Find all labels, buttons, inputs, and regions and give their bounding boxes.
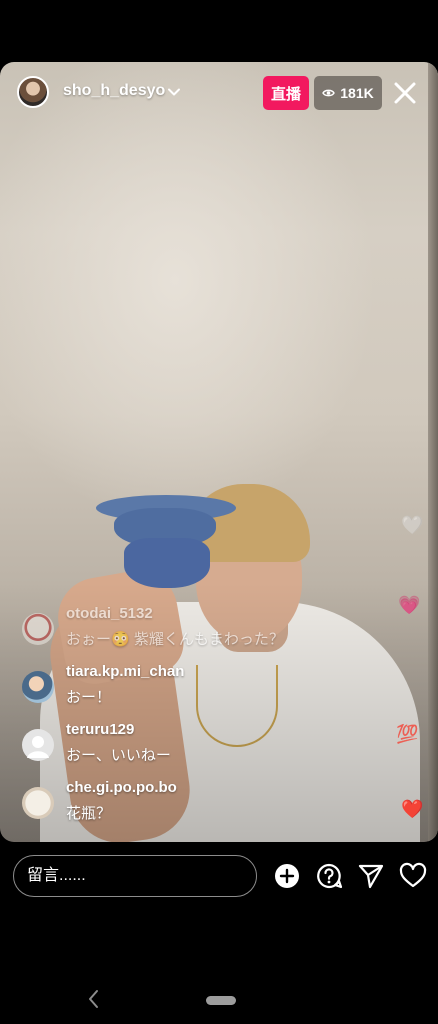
back-icon[interactable] bbox=[86, 988, 100, 1010]
reaction-heart: 🤍 bbox=[401, 515, 424, 535]
commenter-avatar[interactable] bbox=[22, 671, 54, 703]
home-pill[interactable] bbox=[206, 996, 236, 1005]
commenter-name[interactable]: tiara.kp.mi_chan bbox=[66, 663, 184, 680]
commenter-avatar[interactable] bbox=[22, 787, 54, 819]
comment-text: 花瓶？ bbox=[66, 805, 112, 822]
add-icon[interactable] bbox=[273, 862, 301, 890]
comment-item[interactable]: teruru129 おー、いいねー bbox=[22, 721, 362, 767]
eye-icon bbox=[322, 89, 336, 97]
comment-item[interactable]: tiara.kp.mi_chan おー！ bbox=[22, 663, 362, 709]
commenter-avatar[interactable] bbox=[22, 729, 54, 761]
comment-text: おー、いいねー bbox=[66, 747, 171, 764]
commenter-name[interactable]: teruru129 bbox=[66, 721, 134, 738]
comment-item[interactable]: che.gi.po.po.bo 花瓶？ bbox=[22, 779, 362, 825]
close-icon[interactable] bbox=[392, 80, 418, 106]
reaction-heart: ❤️ bbox=[401, 799, 424, 819]
default-avatar-icon bbox=[27, 736, 49, 758]
question-icon[interactable] bbox=[315, 862, 343, 890]
comment-item[interactable]: otodai_5132 おぉー😳 紫耀くんもまわった？ bbox=[22, 605, 362, 651]
reaction-heart: 💗 bbox=[398, 595, 421, 615]
chevron-down-icon[interactable] bbox=[166, 84, 182, 100]
vase-foot bbox=[124, 538, 210, 588]
comment-text: おぉー😳 紫耀くんもまわった？ bbox=[66, 631, 284, 648]
live-header: sho_h_desyo 直播 181K bbox=[0, 62, 438, 124]
heart-icon[interactable] bbox=[399, 862, 427, 890]
send-icon[interactable] bbox=[357, 862, 385, 890]
commenter-name[interactable]: che.gi.po.po.bo bbox=[66, 779, 177, 796]
commenter-avatar[interactable] bbox=[22, 613, 54, 645]
streamer-avatar[interactable] bbox=[17, 76, 49, 108]
viewer-count: 181K bbox=[340, 85, 374, 101]
streamer-username[interactable]: sho_h_desyo bbox=[63, 82, 165, 100]
comment-input[interactable] bbox=[13, 855, 257, 897]
viewer-count-badge[interactable]: 181K bbox=[314, 76, 382, 110]
reaction-hundred: 💯 bbox=[396, 724, 419, 744]
commenter-name[interactable]: otodai_5132 bbox=[66, 605, 153, 622]
comment-text: おー！ bbox=[66, 689, 112, 706]
live-badge: 直播 bbox=[263, 76, 309, 110]
